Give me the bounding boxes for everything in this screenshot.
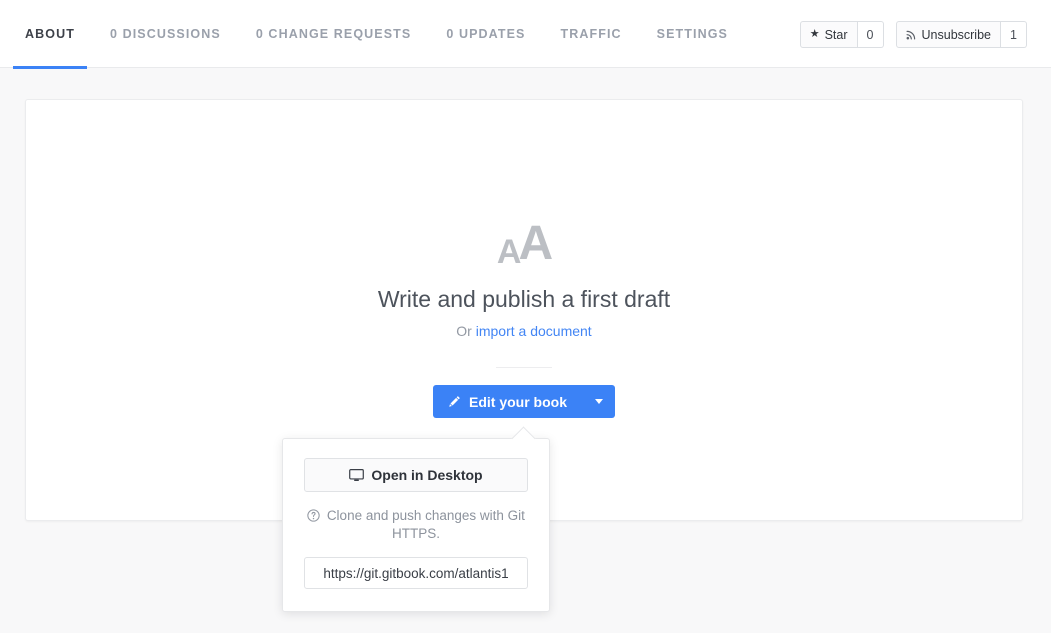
- monitor-icon: [349, 468, 365, 482]
- clone-instructions-text: Clone and push changes with Git HTTPS.: [326, 508, 525, 541]
- star-button-group: ★ Star 0: [799, 21, 884, 48]
- edit-book-button[interactable]: Edit your book: [433, 385, 583, 418]
- tab-about-label: ABOUT: [25, 26, 75, 41]
- tab-change-requests[interactable]: 0 CHANGE REQUESTS: [256, 0, 412, 68]
- clone-dropdown-panel: Open in Desktop Clone and push changes w…: [282, 438, 550, 612]
- empty-state-sub-prefix: Or: [456, 323, 476, 339]
- tab-change-requests-label: 0 CHANGE REQUESTS: [255, 26, 412, 41]
- empty-state: A A Write and publish a first draft Or i…: [26, 212, 1022, 418]
- aa-icon-small-letter: A: [496, 233, 522, 271]
- pencil-icon: [448, 395, 461, 408]
- empty-state-headline: Write and publish a first draft: [377, 286, 671, 312]
- header-actions: ★ Star 0 Unsubscribe 1: [788, 21, 1027, 48]
- tab-updates-label: 0 UPDATES: [446, 26, 526, 41]
- aa-typography-icon: A A: [26, 212, 1022, 271]
- subscriber-count[interactable]: 1: [1001, 21, 1027, 48]
- star-button[interactable]: ★ Star: [799, 21, 858, 48]
- edit-book-split-button[interactable]: Edit your book: [433, 385, 615, 418]
- tab-traffic[interactable]: TRAFFIC: [560, 0, 621, 68]
- edit-book-button-label: Edit your book: [469, 393, 567, 410]
- tab-list: ABOUT 0 DISCUSSIONS 0 CHANGE REQUESTS 0 …: [0, 0, 763, 69]
- tab-about[interactable]: ABOUT: [13, 0, 87, 69]
- rss-icon: [906, 29, 917, 40]
- star-button-label: Star: [824, 27, 848, 42]
- star-count[interactable]: 0: [857, 21, 884, 48]
- subscribe-button-group: Unsubscribe 1: [895, 21, 1027, 48]
- tab-settings-label: SETTINGS: [656, 26, 728, 41]
- top-tab-bar: ABOUT 0 DISCUSSIONS 0 CHANGE REQUESTS 0 …: [0, 0, 1051, 69]
- aa-icon-large-letter: A: [518, 217, 553, 270]
- section-divider: [496, 367, 552, 368]
- clone-url-input[interactable]: [304, 557, 528, 589]
- tab-discussions[interactable]: 0 DISCUSSIONS: [110, 0, 221, 68]
- unsubscribe-button-label: Unsubscribe: [921, 27, 991, 42]
- edit-book-dropdown-toggle[interactable]: [583, 385, 615, 418]
- import-document-link[interactable]: import a document: [476, 323, 592, 339]
- clone-instructions: Clone and push changes with Git HTTPS.: [304, 507, 528, 543]
- star-icon: ★: [809, 28, 820, 40]
- open-in-desktop-button[interactable]: Open in Desktop: [304, 458, 528, 492]
- help-circle-icon: [307, 509, 320, 522]
- tab-settings[interactable]: SETTINGS: [657, 0, 728, 68]
- chevron-down-icon: [595, 399, 603, 404]
- tab-discussions-label: 0 DISCUSSIONS: [109, 26, 221, 41]
- open-in-desktop-label: Open in Desktop: [371, 467, 483, 483]
- tab-updates[interactable]: 0 UPDATES: [446, 0, 525, 68]
- unsubscribe-button[interactable]: Unsubscribe: [895, 21, 1001, 48]
- tab-traffic-label: TRAFFIC: [560, 26, 622, 41]
- empty-state-subline: Or import a document: [26, 323, 1022, 339]
